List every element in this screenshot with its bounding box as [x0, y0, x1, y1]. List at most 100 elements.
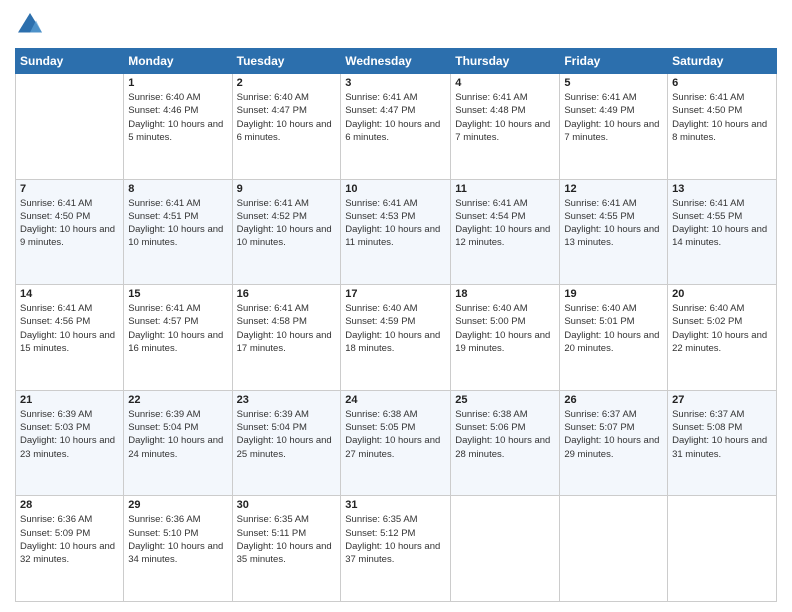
calendar-cell: 28 Sunrise: 6:36 AMSunset: 5:09 PMDayligh… [16, 496, 124, 602]
calendar-cell: 27 Sunrise: 6:37 AMSunset: 5:08 PMDayligh… [668, 390, 777, 496]
day-info: Sunrise: 6:37 AMSunset: 5:08 PMDaylight:… [672, 408, 772, 461]
calendar-cell [560, 496, 668, 602]
day-number: 6 [672, 77, 772, 89]
calendar-cell: 7 Sunrise: 6:41 AMSunset: 4:50 PMDaylight… [16, 179, 124, 285]
day-info: Sunrise: 6:38 AMSunset: 5:06 PMDaylight:… [455, 408, 555, 461]
calendar-cell: 20Sunrise: 6:40 AMSunset: 5:02 PMDayligh… [668, 285, 777, 391]
logo-icon [15, 10, 45, 40]
day-number: 21 [20, 394, 119, 406]
day-number: 20 [672, 288, 772, 300]
day-info: Sunrise: 6:41 AMSunset: 4:50 PMDaylight:… [672, 91, 772, 144]
day-number: 13 [672, 183, 772, 195]
weekday-header: Friday [560, 49, 668, 74]
calendar-cell: 24 Sunrise: 6:38 AMSunset: 5:05 PMDayligh… [341, 390, 451, 496]
day-info: Sunrise: 6:41 AMSunset: 4:58 PMDaylight:… [237, 302, 337, 355]
weekday-header: Thursday [451, 49, 560, 74]
day-info: Sunrise: 6:41 AMSunset: 4:57 PMDaylight:… [128, 302, 227, 355]
calendar-cell: 3 Sunrise: 6:41 AMSunset: 4:47 PMDaylight… [341, 74, 451, 180]
calendar-cell: 31 Sunrise: 6:35 AMSunset: 5:12 PMDayligh… [341, 496, 451, 602]
day-info: Sunrise: 6:36 AMSunset: 5:09 PMDaylight:… [20, 513, 119, 566]
day-number: 7 [20, 183, 119, 195]
calendar-cell: 29 Sunrise: 6:36 AMSunset: 5:10 PMDayligh… [124, 496, 232, 602]
weekday-header: Sunday [16, 49, 124, 74]
day-number: 11 [455, 183, 555, 195]
calendar-cell: 21 Sunrise: 6:39 AMSunset: 5:03 PMDayligh… [16, 390, 124, 496]
calendar-cell: 4Sunrise: 6:41 AMSunset: 4:48 PMDaylight… [451, 74, 560, 180]
day-number: 19 [564, 288, 663, 300]
calendar-cell: 1 Sunrise: 6:40 AMSunset: 4:46 PMDaylight… [124, 74, 232, 180]
weekday-header: Tuesday [232, 49, 341, 74]
day-info: Sunrise: 6:41 AMSunset: 4:53 PMDaylight:… [345, 197, 446, 250]
day-number: 14 [20, 288, 119, 300]
day-number: 1 [128, 77, 227, 89]
day-info: Sunrise: 6:35 AMSunset: 5:11 PMDaylight:… [237, 513, 337, 566]
calendar-cell: 22 Sunrise: 6:39 AMSunset: 5:04 PMDayligh… [124, 390, 232, 496]
weekday-header: Monday [124, 49, 232, 74]
calendar-cell: 17 Sunrise: 6:40 AMSunset: 4:59 PMDayligh… [341, 285, 451, 391]
calendar-cell: 6 Sunrise: 6:41 AMSunset: 4:50 PMDaylight… [668, 74, 777, 180]
day-number: 16 [237, 288, 337, 300]
calendar-cell: 16 Sunrise: 6:41 AMSunset: 4:58 PMDayligh… [232, 285, 341, 391]
day-info: Sunrise: 6:39 AMSunset: 5:03 PMDaylight:… [20, 408, 119, 461]
day-info: Sunrise: 6:41 AMSunset: 4:52 PMDaylight:… [237, 197, 337, 250]
day-info: Sunrise: 6:41 AMSunset: 4:51 PMDaylight:… [128, 197, 227, 250]
day-number: 28 [20, 499, 119, 511]
calendar-cell: 2 Sunrise: 6:40 AMSunset: 4:47 PMDaylight… [232, 74, 341, 180]
calendar-cell: 23 Sunrise: 6:39 AMSunset: 5:04 PMDayligh… [232, 390, 341, 496]
calendar-cell: 11 Sunrise: 6:41 AMSunset: 4:54 PMDayligh… [451, 179, 560, 285]
day-number: 23 [237, 394, 337, 406]
day-number: 29 [128, 499, 227, 511]
day-info: Sunrise: 6:38 AMSunset: 5:05 PMDaylight:… [345, 408, 446, 461]
day-info: Sunrise: 6:40 AMSunset: 5:01 PMDaylight:… [564, 302, 663, 355]
day-number: 12 [564, 183, 663, 195]
day-number: 26 [564, 394, 663, 406]
day-info: Sunrise: 6:41 AMSunset: 4:54 PMDaylight:… [455, 197, 555, 250]
day-info: Sunrise: 6:41 AMSunset: 4:55 PMDaylight:… [672, 197, 772, 250]
day-number: 5 [564, 77, 663, 89]
day-info: Sunrise: 6:39 AMSunset: 5:04 PMDaylight:… [237, 408, 337, 461]
day-number: 18 [455, 288, 555, 300]
calendar-cell [451, 496, 560, 602]
day-info: Sunrise: 6:41 AMSunset: 4:47 PMDaylight:… [345, 91, 446, 144]
day-number: 24 [345, 394, 446, 406]
logo [15, 10, 47, 40]
calendar-cell: 10Sunrise: 6:41 AMSunset: 4:53 PMDayligh… [341, 179, 451, 285]
day-number: 22 [128, 394, 227, 406]
day-number: 30 [237, 499, 337, 511]
day-info: Sunrise: 6:41 AMSunset: 4:50 PMDaylight:… [20, 197, 119, 250]
calendar-cell: 14 Sunrise: 6:41 AMSunset: 4:56 PMDayligh… [16, 285, 124, 391]
day-info: Sunrise: 6:41 AMSunset: 4:49 PMDaylight:… [564, 91, 663, 144]
day-info: Sunrise: 6:36 AMSunset: 5:10 PMDaylight:… [128, 513, 227, 566]
day-info: Sunrise: 6:35 AMSunset: 5:12 PMDaylight:… [345, 513, 446, 566]
day-info: Sunrise: 6:39 AMSunset: 5:04 PMDaylight:… [128, 408, 227, 461]
header [15, 10, 777, 40]
day-number: 4 [455, 77, 555, 89]
day-info: Sunrise: 6:40 AMSunset: 4:46 PMDaylight:… [128, 91, 227, 144]
calendar-cell: 5 Sunrise: 6:41 AMSunset: 4:49 PMDaylight… [560, 74, 668, 180]
day-info: Sunrise: 6:41 AMSunset: 4:55 PMDaylight:… [564, 197, 663, 250]
day-number: 2 [237, 77, 337, 89]
day-number: 15 [128, 288, 227, 300]
day-info: Sunrise: 6:40 AMSunset: 4:59 PMDaylight:… [345, 302, 446, 355]
day-number: 17 [345, 288, 446, 300]
calendar-cell: 15 Sunrise: 6:41 AMSunset: 4:57 PMDayligh… [124, 285, 232, 391]
day-number: 31 [345, 499, 446, 511]
calendar-cell: 30 Sunrise: 6:35 AMSunset: 5:11 PMDayligh… [232, 496, 341, 602]
calendar-cell: 9 Sunrise: 6:41 AMSunset: 4:52 PMDaylight… [232, 179, 341, 285]
day-number: 9 [237, 183, 337, 195]
weekday-header: Saturday [668, 49, 777, 74]
day-number: 3 [345, 77, 446, 89]
day-info: Sunrise: 6:40 AMSunset: 5:00 PMDaylight:… [455, 302, 555, 355]
day-number: 27 [672, 394, 772, 406]
day-info: Sunrise: 6:37 AMSunset: 5:07 PMDaylight:… [564, 408, 663, 461]
calendar-cell: 26 Sunrise: 6:37 AMSunset: 5:07 PMDayligh… [560, 390, 668, 496]
calendar-cell: 13 Sunrise: 6:41 AMSunset: 4:55 PMDayligh… [668, 179, 777, 285]
calendar-cell [16, 74, 124, 180]
day-info: Sunrise: 6:40 AMSunset: 4:47 PMDaylight:… [237, 91, 337, 144]
day-number: 8 [128, 183, 227, 195]
calendar-table: SundayMondayTuesdayWednesdayThursdayFrid… [15, 48, 777, 602]
calendar-cell: 19 Sunrise: 6:40 AMSunset: 5:01 PMDayligh… [560, 285, 668, 391]
calendar-cell: 8 Sunrise: 6:41 AMSunset: 4:51 PMDaylight… [124, 179, 232, 285]
day-info: Sunrise: 6:41 AMSunset: 4:56 PMDaylight:… [20, 302, 119, 355]
calendar-cell [668, 496, 777, 602]
